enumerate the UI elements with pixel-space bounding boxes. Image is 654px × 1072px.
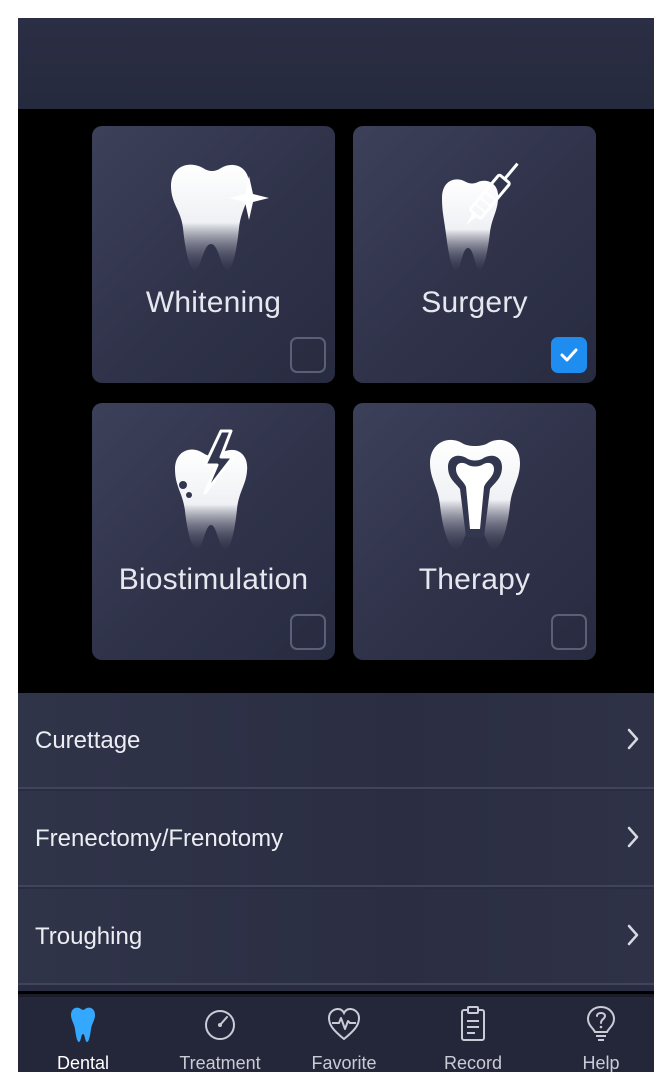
list-item-frenectomy[interactable]: Frenectomy/Frenotomy — [18, 791, 654, 887]
tooth-lightning-icon — [174, 429, 247, 549]
tab-label: Dental — [56, 1053, 110, 1072]
tab-label: Favorite — [311, 1053, 377, 1072]
lightbulb-question-icon — [586, 1005, 616, 1041]
tab-dental[interactable]: Dental — [28, 997, 138, 1072]
chevron-right-icon — [627, 826, 639, 848]
gauge-icon — [205, 1010, 235, 1040]
tile-whitening[interactable]: Whitening — [92, 126, 335, 383]
tooth-root-icon — [429, 439, 520, 549]
tile-label: Whitening — [145, 286, 282, 319]
bottom-tab-bar: Dental Treatment Favorite Record Help — [18, 994, 654, 1072]
list-item-curettage[interactable]: Curettage — [18, 693, 654, 789]
chevron-right-icon — [627, 924, 639, 946]
heart-pulse-icon — [327, 1007, 361, 1041]
tile-checkbox-therapy[interactable] — [551, 614, 587, 650]
tile-checkbox-whitening[interactable] — [290, 337, 326, 373]
tile-surgery[interactable]: Surgery — [353, 126, 596, 383]
tab-label: Help — [582, 1053, 620, 1072]
clipboard-icon — [461, 1006, 485, 1041]
app-screen: Whitening Surgery Biostimulation Therapy… — [18, 18, 654, 1072]
tab-label: Treatment — [179, 1053, 261, 1072]
tooth-scalpel-icon — [441, 162, 519, 270]
chevron-right-icon — [627, 728, 639, 750]
tab-label: Record — [443, 1053, 503, 1072]
tile-label: Biostimulation — [118, 563, 309, 596]
list-item-troughing[interactable]: Troughing — [18, 889, 654, 985]
procedure-list: Curettage Frenectomy/Frenotomy Troughing — [18, 693, 654, 991]
list-item-label: Curettage — [35, 727, 141, 754]
checkmark-icon — [560, 348, 578, 362]
list-item-label: Frenectomy/Frenotomy — [35, 825, 284, 852]
treatment-category-grid: Whitening Surgery Biostimulation Therapy — [18, 109, 654, 693]
list-item-label: Troughing — [35, 923, 143, 950]
tooth-sparkle-icon — [170, 164, 269, 270]
tab-treatment[interactable]: Treatment — [165, 997, 275, 1072]
tab-record[interactable]: Record — [418, 997, 528, 1072]
tile-biostimulation[interactable]: Biostimulation — [92, 403, 335, 660]
tile-therapy[interactable]: Therapy — [353, 403, 596, 660]
tooth-icon — [71, 1007, 95, 1042]
tab-favorite[interactable]: Favorite — [289, 997, 399, 1072]
top-header-bar — [18, 18, 654, 109]
tile-checkbox-surgery[interactable] — [551, 337, 587, 373]
tile-label: Therapy — [418, 563, 531, 596]
tile-label: Surgery — [421, 286, 528, 319]
tile-checkbox-biostimulation[interactable] — [290, 614, 326, 650]
tab-help[interactable]: Help — [546, 997, 654, 1072]
